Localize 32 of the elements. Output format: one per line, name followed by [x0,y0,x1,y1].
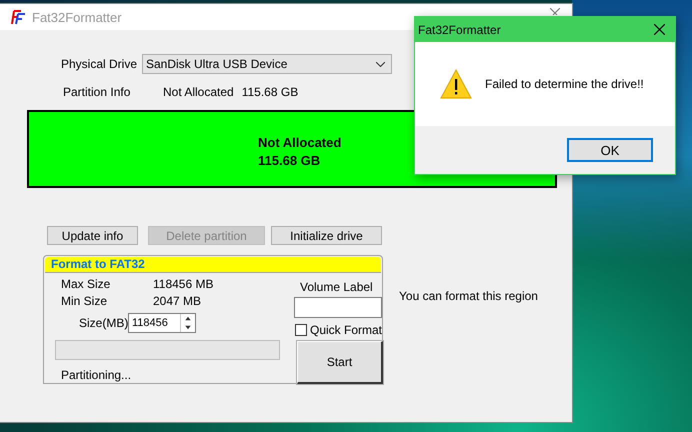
app-icon [10,9,26,25]
field-value: 118456 MB [153,277,214,291]
drive-dropdown[interactable]: SanDisk Ultra USB Device [142,54,392,74]
chevron-icon [376,62,385,66]
partition-size: 115.68 GB [242,85,298,99]
quick-format-checkbox[interactable] [295,324,307,336]
action-button[interactable]: Update info [47,226,138,245]
hint-text: You can format this region [399,289,538,303]
field-value: 2047 MB [153,294,202,308]
field-label: Size(MB) [78,316,128,330]
status-text: Partitioning... [61,368,132,382]
field-label: Min Size [61,294,108,308]
action-button[interactable]: Initialize drive [271,226,382,245]
start-button[interactable]: Start [297,341,383,384]
field-label: Partition Info [63,85,132,99]
partition-status: Not Allocated [163,85,234,99]
partition-status: Not Allocated [258,134,342,152]
dialog-title: Fat32Formatter [418,22,501,36]
ok-button[interactable]: OK [567,138,653,162]
dialog-message: Failed to determine the drive!! [485,77,644,91]
field-label: Max Size [61,277,112,291]
size-spinner[interactable]: 118456 [128,313,196,333]
close-icon[interactable] [550,8,560,15]
field-label: Physical Drive [61,57,138,71]
group-title: Format to FAT32 [45,257,381,273]
partition-size: 115.68 GB [258,152,322,170]
close-icon[interactable] [654,24,665,35]
checkbox-label: Quick Format [310,323,382,337]
volume-label-field[interactable] [294,297,382,318]
window-title: Fat32Formatter [32,10,122,24]
field-label: Volume Label [300,280,373,294]
warning-icon [440,68,472,100]
